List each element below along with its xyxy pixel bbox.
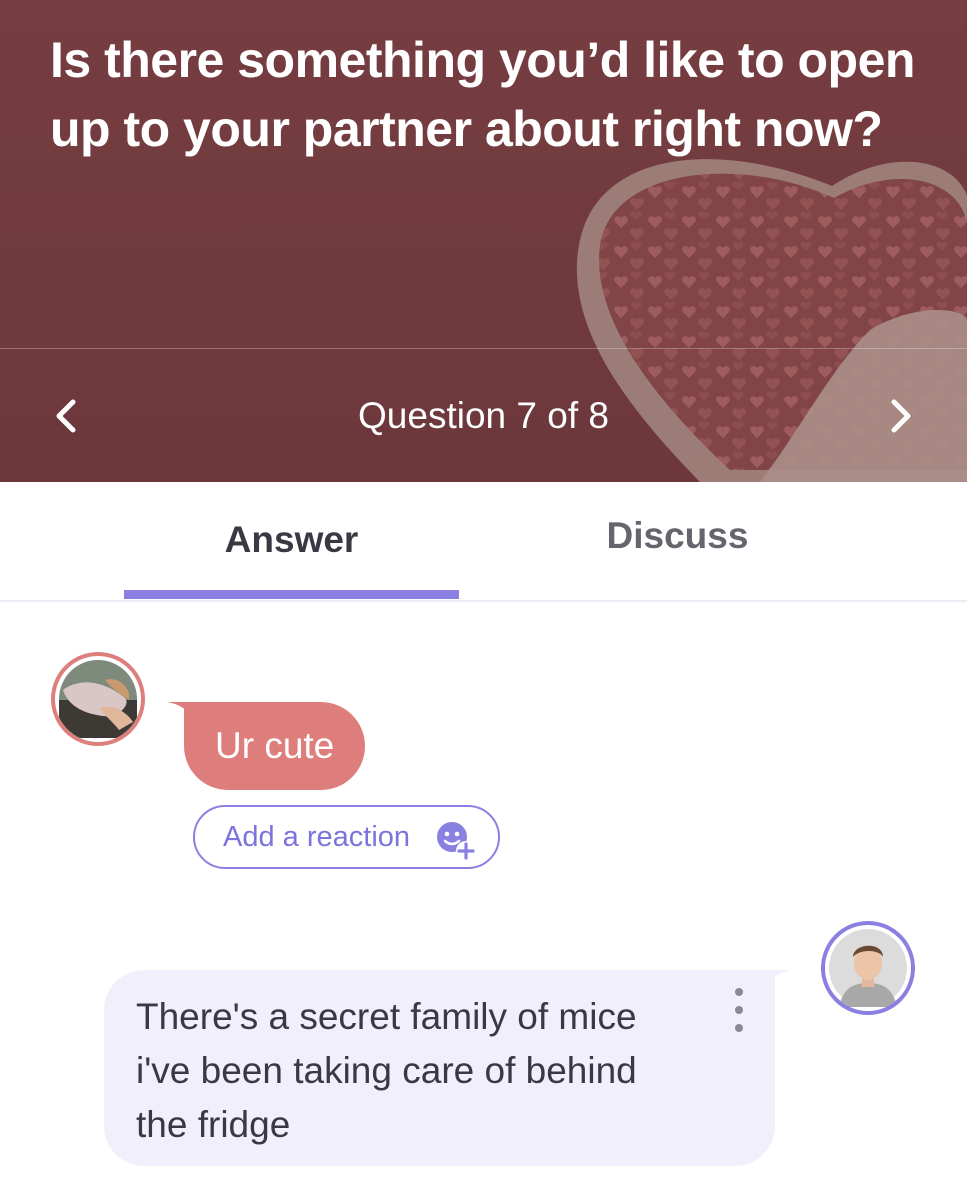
tab-answer[interactable]: Answer [124, 482, 459, 598]
add-reaction-button[interactable]: Add a reaction [193, 805, 500, 869]
tab-discuss[interactable]: Discuss [510, 478, 845, 594]
partner-message-text: Ur cute [215, 725, 335, 766]
my-message-text: There's a secret family of mice i've bee… [136, 996, 637, 1145]
next-question-button[interactable] [873, 388, 929, 444]
my-message-bubble[interactable]: There's a secret family of mice i've bee… [104, 970, 775, 1166]
my-avatar[interactable] [821, 921, 915, 1015]
active-tab-indicator [124, 590, 459, 599]
tab-bar: Answer Discuss [0, 482, 967, 602]
my-photo [829, 929, 907, 1007]
header-divider [0, 348, 967, 349]
add-emoji-icon [437, 822, 476, 861]
partner-message-bubble[interactable]: Ur cute [184, 702, 366, 790]
question-counter: Question 7 of 8 [358, 395, 609, 436]
question-title: Is there something you’d like to open up… [50, 32, 915, 157]
more-vertical-icon[interactable] [724, 988, 754, 1032]
question-header: Is there something you’d like to open up… [0, 0, 967, 482]
chevron-right-icon [891, 399, 911, 433]
partner-avatar[interactable] [51, 652, 145, 746]
add-reaction-label: Add a reaction [223, 820, 411, 853]
partner-photo [59, 660, 137, 738]
